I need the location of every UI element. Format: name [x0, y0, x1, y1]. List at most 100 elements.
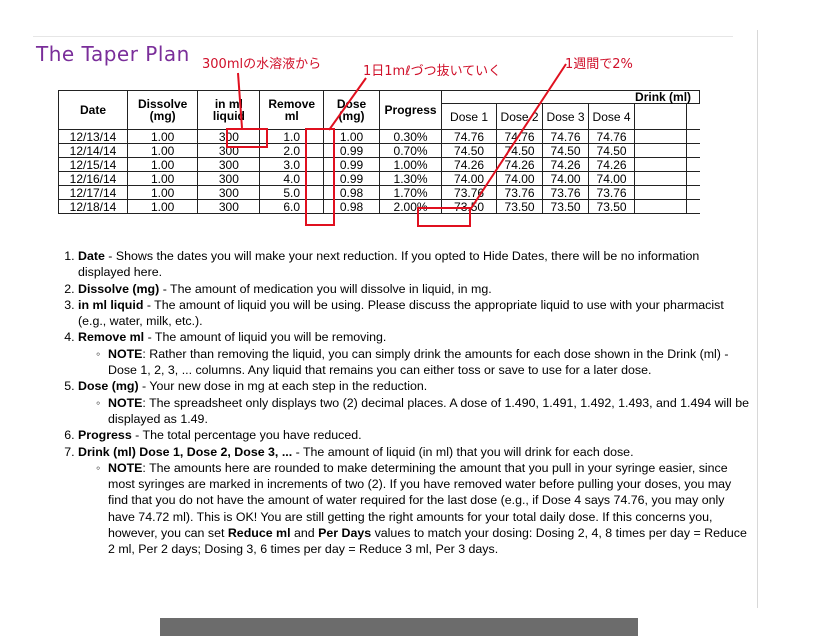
desc-dissolve: - The amount of medication you will diss… — [159, 281, 492, 296]
table-cell: 74.00 — [588, 171, 636, 186]
table-cell-blank — [634, 185, 688, 200]
table-cell: 1.00 — [126, 143, 199, 158]
top-rule — [33, 36, 733, 37]
note-item: NOTE: Rather than removing the liquid, y… — [96, 346, 750, 379]
list-item: Dose (mg) - Your new dose in mg at each … — [78, 378, 750, 427]
desc-drink: - The amount of liquid (in ml) that you … — [292, 444, 634, 459]
table-cell: 73.50 — [588, 199, 636, 214]
table-cell-blank — [686, 157, 700, 172]
table-cell-blank — [634, 143, 688, 158]
table-cell: 0.99 — [323, 157, 381, 172]
table-cell: 12/13/14 — [58, 129, 128, 144]
table-cell: 1.00 — [126, 157, 199, 172]
term-remove: Remove ml — [78, 330, 145, 345]
table-cell: 74.00 — [496, 171, 544, 186]
table-cell: 73.50 — [542, 199, 590, 214]
bottom-scrollbar[interactable] — [160, 618, 638, 636]
page-edge — [757, 30, 758, 608]
annotation-daily-removal: 1日1mℓづつ抜いていく — [363, 64, 502, 79]
table-cell: 73.76 — [496, 185, 544, 200]
table-cell: 1.00 — [126, 129, 199, 144]
table-cell: 74.76 — [496, 129, 544, 144]
col-header-dose3: Dose 3 — [542, 103, 590, 130]
desc-remove: - The amount of liquid you will be remov… — [144, 330, 387, 345]
table-row: 12/13/14 1.00 300 1.0 1.00 0.30% 74.76 74.76 74.… — [58, 129, 700, 144]
list-item: Dissolve (mg) - The amount of medication… — [78, 281, 750, 297]
table-cell: 74.00 — [441, 171, 498, 186]
table-cell: 12/14/14 — [58, 143, 128, 158]
table-cell: 1.00 — [126, 171, 199, 186]
term-date: Date — [78, 249, 105, 263]
table-cell-blank — [634, 157, 688, 172]
table-cell: 0.98 — [323, 185, 381, 200]
table-row: 12/15/14 1.00 300 3.0 0.99 1.00% 74.26 74.26 74.… — [58, 157, 700, 172]
list-item: Drink (ml) Dose 1, Dose 2, Dose 3, ... -… — [78, 444, 750, 558]
table-cell: 300 — [197, 157, 261, 172]
table-cell-blank — [686, 171, 700, 186]
table-cell-blank — [686, 185, 700, 200]
table-cell: 1.00 — [126, 199, 199, 214]
col-header-progress: Progress — [379, 90, 443, 130]
table-row: 12/14/14 1.00 300 2.0 0.99 0.70% 74.50 74.50 74.… — [58, 143, 700, 158]
table-cell: 300 — [197, 171, 261, 186]
table-cell-blank — [634, 199, 688, 214]
note-text: : Rather than removing the liquid, you c… — [108, 346, 729, 378]
table-cell: 74.50 — [542, 143, 590, 158]
table-cell: 74.50 — [588, 143, 636, 158]
table-cell: 5.0 — [259, 185, 325, 200]
table-cell: 1.00 — [126, 185, 199, 200]
col-header-dose1: Dose 1 — [441, 103, 498, 130]
table-cell: 4.0 — [259, 171, 325, 186]
term-drink: Drink (ml) Dose 1, Dose 2, Dose 3, ... — [78, 444, 293, 459]
list-item: Remove ml - The amount of liquid you wil… — [78, 329, 750, 378]
table-cell: 300 — [197, 199, 261, 214]
desc-date: - Shows the dates you will make your nex… — [78, 249, 700, 280]
table-cell: 1.00% — [379, 157, 443, 172]
table-cell: 74.76 — [441, 129, 498, 144]
annotation-solution: 300mlの水溶液から — [202, 57, 322, 72]
table-cell: 1.00 — [323, 129, 381, 144]
table-cell: 2.00% — [379, 199, 443, 214]
col-header-blank — [634, 103, 688, 130]
table-cell: 74.00 — [542, 171, 590, 186]
table-cell: 300 — [197, 185, 261, 200]
taper-table: Date Dissolve (mg) in ml liquid Remove m… — [58, 89, 701, 214]
table-cell: 12/16/14 — [58, 171, 128, 186]
note-bold-reduce: Reduce ml — [227, 526, 291, 541]
col-header-liquid: in ml liquid — [197, 90, 261, 130]
table-cell: 300 — [197, 129, 261, 144]
column-descriptions: Date - Shows the dates you will make you… — [60, 248, 750, 558]
table-cell-blank — [686, 199, 700, 214]
col-header-blank-2 — [686, 103, 700, 130]
page-title: The Taper Plan — [36, 42, 190, 66]
note-item: NOTE: The spreadsheet only displays two … — [96, 395, 750, 428]
col-header-dose4: Dose 4 — [588, 103, 636, 130]
table-cell: 74.26 — [542, 157, 590, 172]
table-cell: 0.98 — [323, 199, 381, 214]
table-cell: 74.26 — [496, 157, 544, 172]
table-cell: 73.76 — [542, 185, 590, 200]
term-progress: Progress — [78, 428, 132, 443]
table-cell: 6.0 — [259, 199, 325, 214]
table-cell-blank — [634, 171, 688, 186]
table-cell: 74.76 — [588, 129, 636, 144]
col-header-dose: Dose (mg) — [323, 90, 381, 130]
list-item: Date - Shows the dates you will make you… — [78, 248, 750, 281]
table-cell: 73.76 — [441, 185, 498, 200]
table-cell-blank — [686, 129, 700, 144]
annotation-weekly-progress: 1週間で2% — [565, 57, 633, 72]
table-cell: 1.0 — [259, 129, 325, 144]
note-text: and — [290, 526, 319, 541]
term-liquid: in ml liquid — [78, 297, 144, 312]
table-cell: 2.0 — [259, 143, 325, 158]
note-bold-perdays: Per Days — [318, 526, 372, 541]
list-item: Progress - The total percentage you have… — [78, 427, 750, 443]
term-dose: Dose (mg) — [78, 379, 139, 394]
col-header-dose2: Dose 2 — [496, 103, 544, 130]
table-cell-blank — [634, 129, 688, 144]
term-dissolve: Dissolve (mg) — [78, 281, 160, 296]
note-label: NOTE — [108, 395, 143, 410]
table-cell: 74.26 — [441, 157, 498, 172]
table-cell: 73.76 — [588, 185, 636, 200]
desc-progress: - The total percentage you have reduced. — [131, 428, 362, 443]
